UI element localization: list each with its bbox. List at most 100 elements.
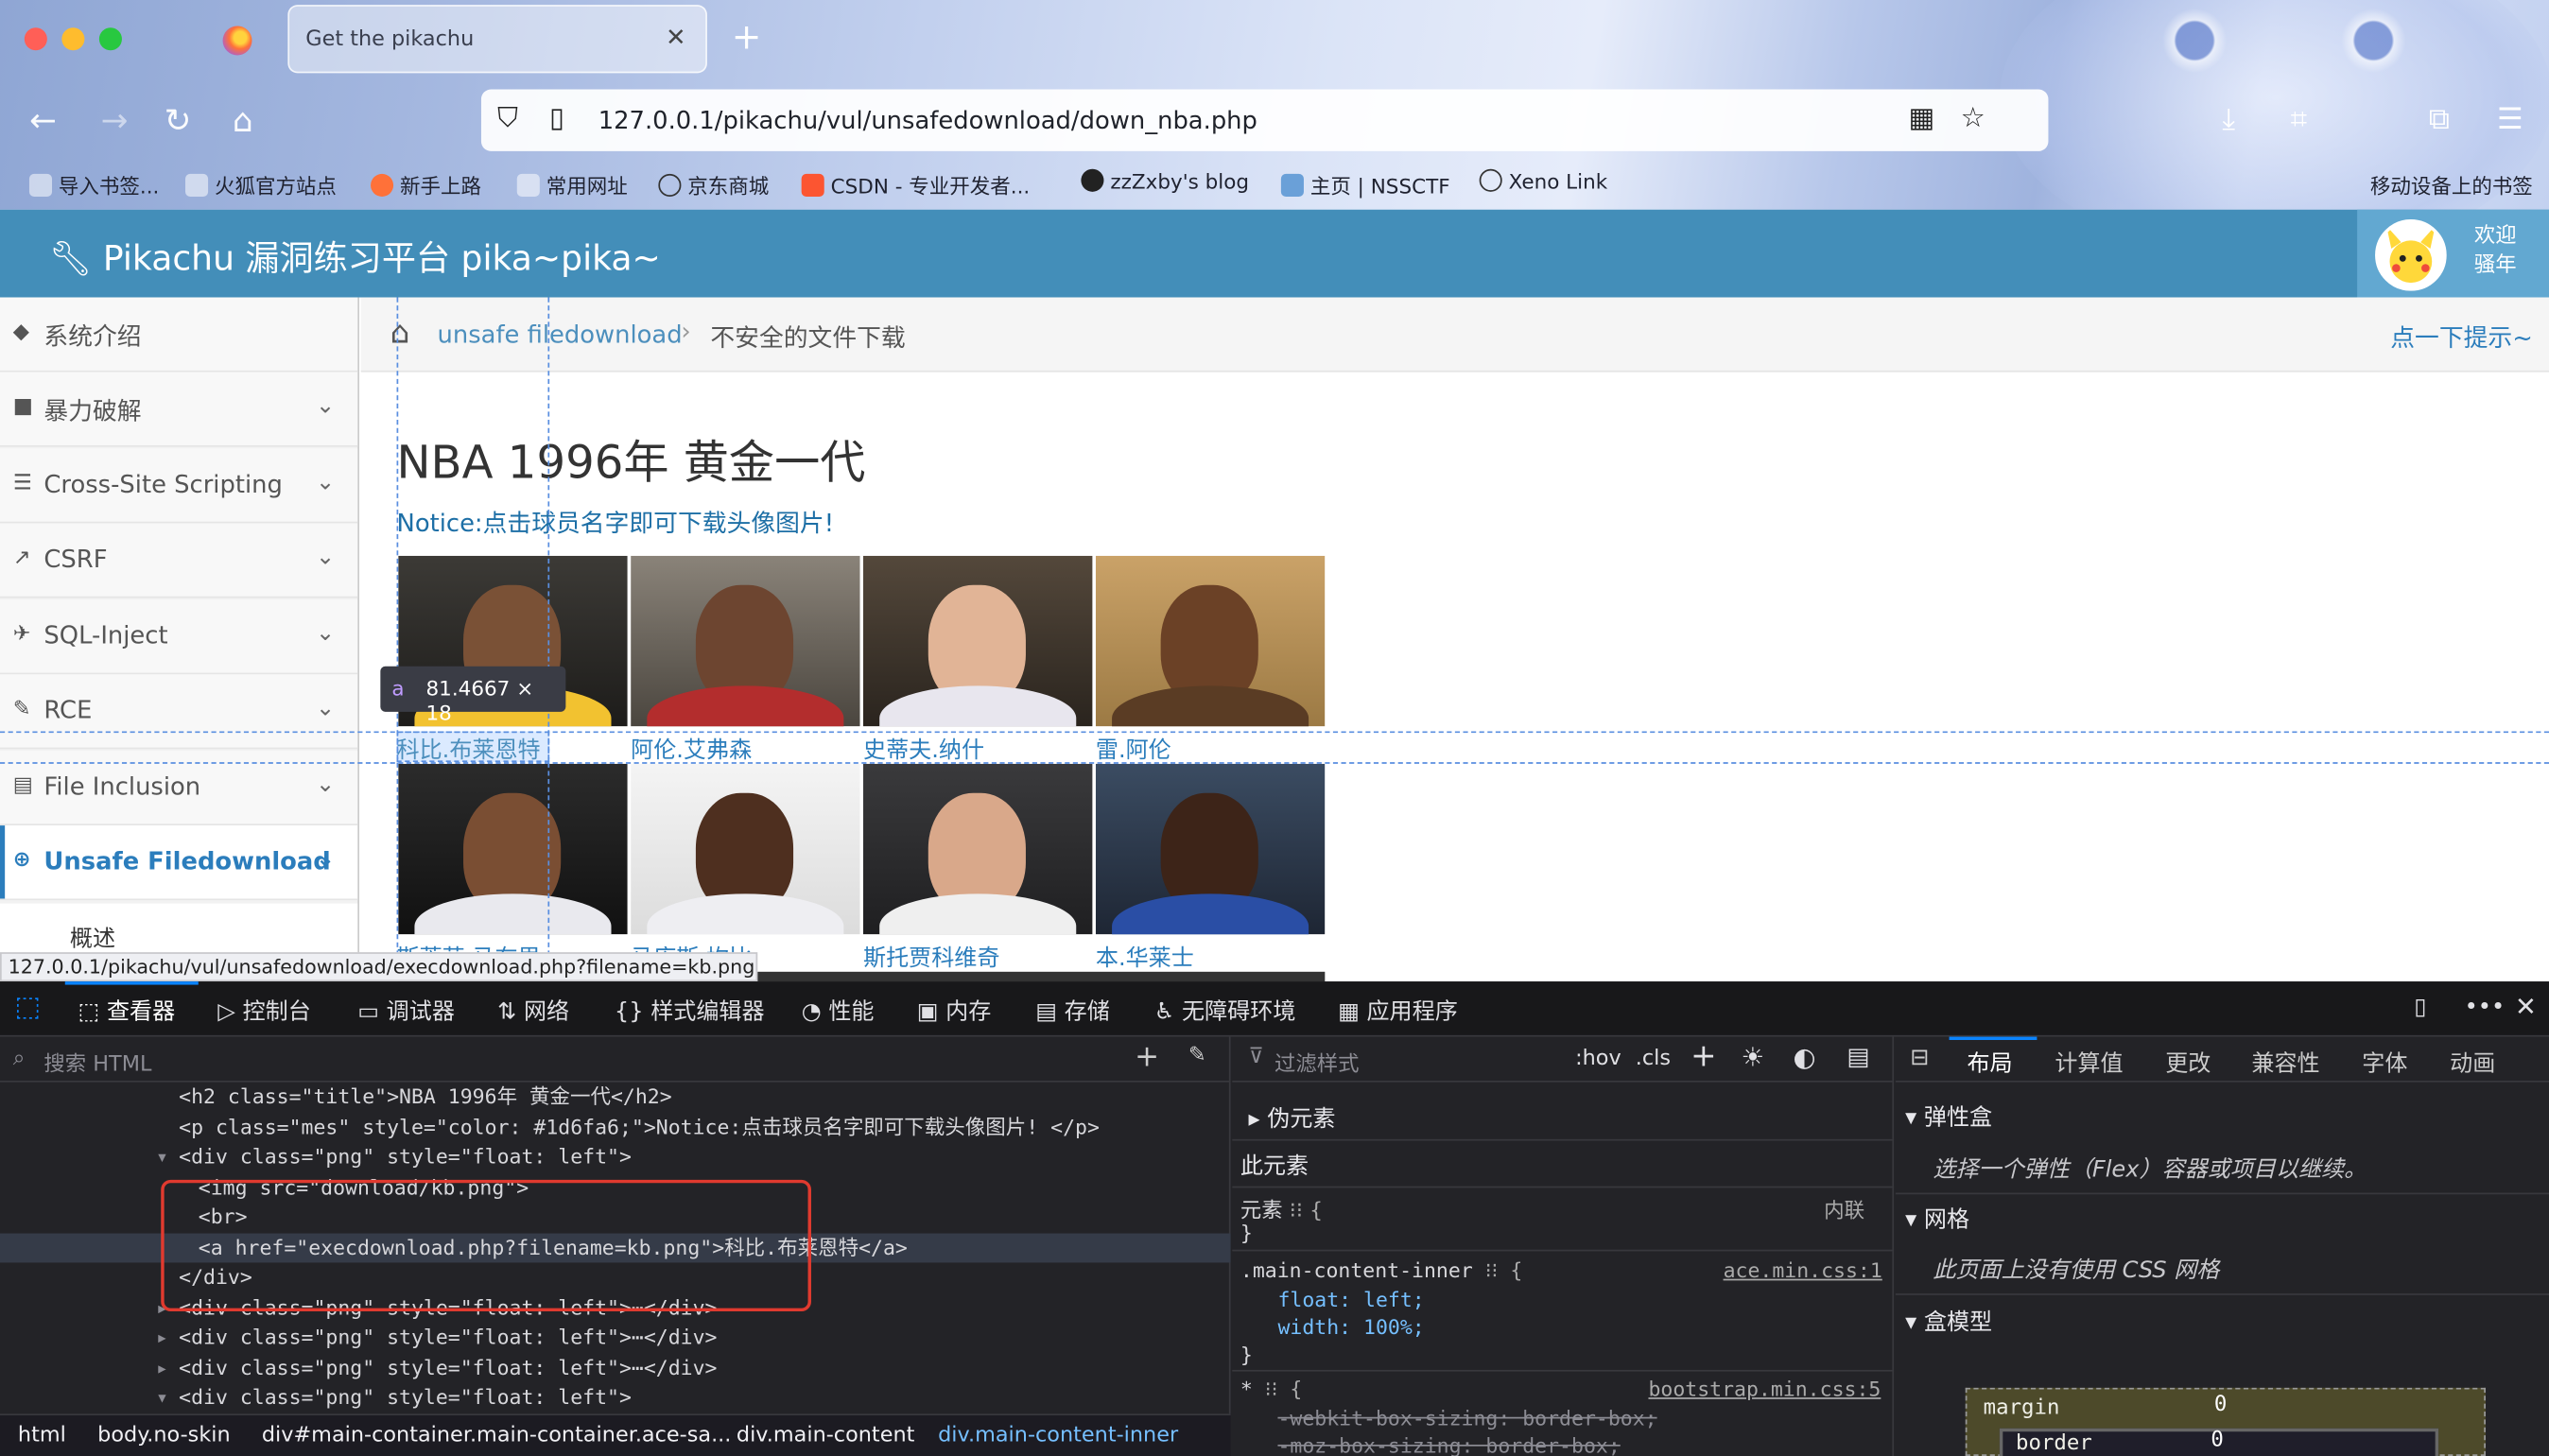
- new-tab-button[interactable]: +: [732, 18, 762, 59]
- add-rule-icon[interactable]: +: [1691, 1038, 1716, 1074]
- filter-styles-input[interactable]: ⊽ 过滤样式 :hov .cls + ☀ ◐ ▤: [1232, 1037, 1895, 1083]
- close-devtools-icon[interactable]: ✕: [2515, 991, 2537, 1022]
- hint-link[interactable]: 点一下提示~: [2390, 321, 2533, 355]
- breadcrumb-node-current[interactable]: div.main-content-inner: [938, 1424, 1178, 1448]
- html-node[interactable]: ▾ <div class="png" style="float: left">: [0, 1383, 1231, 1413]
- download-icon[interactable]: ⤓: [2222, 102, 2235, 136]
- extensions-icon[interactable]: ⧉: [2429, 102, 2450, 136]
- more-options-icon[interactable]: •••: [2465, 995, 2506, 1021]
- player-download-link[interactable]: 斯托贾科维奇: [863, 941, 999, 973]
- sidebar-item-csrf[interactable]: ↗ CSRF ⌄: [0, 523, 358, 598]
- bookmark-item[interactable]: 常用网址: [516, 169, 628, 200]
- css-declaration-overridden[interactable]: -moz-box-sizing: border-box;: [1277, 1433, 1620, 1456]
- home-icon[interactable]: ⌂: [390, 315, 410, 351]
- html-node[interactable]: <h2 class="title">NBA 1996年 黄金一代</h2>: [0, 1083, 1231, 1113]
- collapsed-triangle-icon[interactable]: ▸: [156, 1353, 168, 1383]
- sidebar-item-rce[interactable]: ✎ RCE ⌄: [0, 674, 358, 750]
- print-media-icon[interactable]: ▤: [1847, 1042, 1869, 1071]
- expand-triangle-icon[interactable]: ▾: [156, 1142, 168, 1172]
- bookmark-item[interactable]: Xeno Link: [1479, 168, 1607, 194]
- back-icon[interactable]: ←: [29, 101, 57, 140]
- css-declaration[interactable]: width: 100%;: [1277, 1314, 1424, 1339]
- crop-icon[interactable]: ⌗: [2291, 102, 2307, 136]
- tab-compatibility[interactable]: 兼容性: [2251, 1047, 2319, 1079]
- close-tab-icon[interactable]: ✕: [666, 23, 686, 52]
- bookmark-item[interactable]: 主页 | NSSCTF: [1280, 169, 1450, 200]
- html-node[interactable]: ▸ <div class="png" style="float: left">⋯<…: [0, 1323, 1231, 1353]
- flexbox-section-toggle[interactable]: ▾ 弹性盒: [1905, 1101, 1992, 1133]
- tab-get-the-pikachu[interactable]: Get the pikachu ✕: [287, 5, 707, 74]
- tab-animations[interactable]: 动画: [2450, 1047, 2495, 1079]
- sidebar-item-sql-inject[interactable]: ✈ SQL-Inject ⌄: [0, 599, 358, 675]
- cls-toggle[interactable]: .cls: [1636, 1047, 1671, 1071]
- tab-inspector[interactable]: ⬚ 查看器: [78, 995, 176, 1027]
- bookmark-item[interactable]: 导入书签...: [28, 169, 159, 200]
- bookmark-item[interactable]: zzZxby's blog: [1081, 168, 1249, 194]
- player-download-link[interactable]: 本.华莱士: [1096, 941, 1194, 973]
- eyedropper-icon[interactable]: ✎: [1188, 1043, 1206, 1067]
- sidebar-item-unsafe-filedownload[interactable]: ⊕ Unsafe Filedownload ⌄: [0, 825, 358, 901]
- close-window-button[interactable]: [24, 27, 47, 51]
- bookmark-item[interactable]: 京东商城: [658, 169, 769, 200]
- add-node-icon[interactable]: +: [1135, 1040, 1159, 1074]
- sidebar-subitem-overview[interactable]: 概述: [0, 903, 358, 956]
- tab-accessibility[interactable]: ♿︎ 无障碍环境: [1154, 995, 1296, 1027]
- css-declaration[interactable]: float: left;: [1277, 1287, 1424, 1311]
- tab-fonts[interactable]: 字体: [2362, 1047, 2407, 1079]
- qr-code-icon[interactable]: ▦: [1909, 102, 1935, 134]
- breadcrumb-node[interactable]: div#main-container.main-container.ace-sa…: [262, 1424, 732, 1448]
- collapsed-triangle-icon[interactable]: ▸: [156, 1323, 168, 1353]
- tab-style-editor[interactable]: {} 样式编辑器: [615, 995, 765, 1027]
- forward-icon[interactable]: →: [101, 101, 129, 140]
- dark-theme-icon[interactable]: ◐: [1793, 1042, 1815, 1073]
- player-download-link[interactable]: 阿伦.艾弗森: [631, 733, 752, 765]
- reload-icon[interactable]: ↻: [165, 101, 192, 140]
- bookmark-star-icon[interactable]: ☆: [1961, 102, 1985, 134]
- bookmark-item[interactable]: 火狐官方站点: [185, 169, 337, 200]
- pick-element-icon[interactable]: ⬚: [14, 991, 41, 1023]
- tab-layout[interactable]: 布局: [1967, 1047, 2012, 1079]
- menu-icon[interactable]: ☰: [2497, 102, 2523, 136]
- user-menu[interactable]: 欢迎 骚年: [2357, 209, 2549, 298]
- player-download-link[interactable]: 科比.布莱恩特: [397, 733, 541, 765]
- tab-application[interactable]: ▦ 应用程序: [1338, 995, 1458, 1027]
- bookmark-item[interactable]: 新手上路: [371, 169, 481, 200]
- tab-computed[interactable]: 计算值: [2055, 1047, 2123, 1079]
- border-top-value[interactable]: 0: [2211, 1429, 2223, 1453]
- tab-debugger[interactable]: ▭ 调试器: [357, 995, 455, 1027]
- player-download-link[interactable]: 雷.阿伦: [1096, 733, 1171, 765]
- hov-toggle[interactable]: :hov: [1575, 1047, 1621, 1071]
- bookmark-item[interactable]: CSDN - 专业开发者...: [801, 169, 1030, 200]
- margin-top-value[interactable]: 0: [2214, 1393, 2227, 1417]
- sidebar-item-xss[interactable]: ☰ Cross-Site Scripting ⌄: [0, 448, 358, 524]
- shield-icon[interactable]: ⛉: [497, 102, 518, 134]
- sidebar-item-intro[interactable]: ◆ 系统介绍: [0, 297, 358, 373]
- dock-icon[interactable]: ▯: [2414, 995, 2426, 1021]
- url-text[interactable]: 127.0.0.1/pikachu/vul/unsafedownload/dow…: [598, 106, 1257, 135]
- search-html-input[interactable]: ⌕ 搜索 HTML + ✎: [0, 1037, 1231, 1083]
- tab-network[interactable]: ⇅ 网络: [497, 995, 569, 1027]
- tab-console[interactable]: ▷ 控制台: [217, 995, 310, 1027]
- breadcrumb-node[interactable]: div.main-content: [737, 1424, 914, 1448]
- html-node[interactable]: <p class="mes" style="color: #1d6fa6;">N…: [0, 1112, 1231, 1142]
- tab-memory[interactable]: ▣ 内存: [917, 995, 992, 1027]
- player-download-link[interactable]: 史蒂夫.纳什: [863, 733, 984, 765]
- css-declaration-overridden[interactable]: -webkit-box-sizing: border-box;: [1277, 1406, 1656, 1430]
- html-node[interactable]: ▾ <div class="png" style="float: left">: [0, 1142, 1231, 1172]
- breadcrumb-node[interactable]: body.no-skin: [97, 1424, 231, 1448]
- breadcrumb-node[interactable]: html: [18, 1424, 66, 1448]
- tab-storage[interactable]: ▤ 存储: [1035, 995, 1110, 1027]
- light-theme-icon[interactable]: ☀: [1741, 1042, 1764, 1073]
- tab-performance[interactable]: ◔ 性能: [802, 995, 875, 1027]
- expand-triangle-icon[interactable]: ▾: [156, 1383, 168, 1413]
- sidebar-toggle-icon[interactable]: ⊟: [1910, 1045, 1929, 1071]
- stylesheet-link[interactable]: ace.min.css:1: [1724, 1257, 1882, 1282]
- sidebar-item-brute-force[interactable]: ■ 暴力破解 ⌄: [0, 372, 358, 447]
- mobile-bookmarks[interactable]: 移动设备上的书签: [2370, 169, 2533, 200]
- tab-changes[interactable]: 更改: [2165, 1047, 2211, 1079]
- html-node[interactable]: ▸ <div class="png" style="float: left">⋯<…: [0, 1353, 1231, 1383]
- breadcrumb-link[interactable]: unsafe filedownload: [438, 321, 683, 350]
- zoom-window-button[interactable]: [98, 27, 122, 51]
- box-model-section-toggle[interactable]: ▾ 盒模型: [1905, 1305, 1992, 1337]
- minimize-window-button[interactable]: [61, 27, 85, 51]
